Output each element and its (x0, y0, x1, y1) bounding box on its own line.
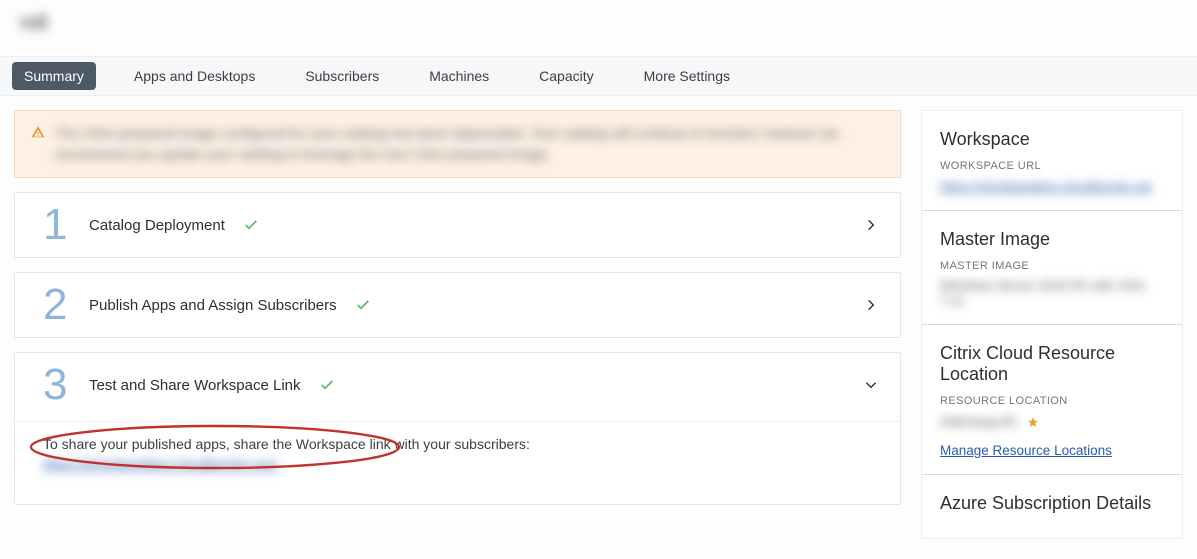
side-heading: Workspace (940, 129, 1164, 150)
step-title: Publish Apps and Assign Subscribers (89, 297, 337, 314)
step-2-card[interactable]: 2 Publish Apps and Assign Subscribers (14, 272, 901, 338)
check-icon (319, 377, 335, 393)
step-title: Test and Share Workspace Link (89, 377, 301, 394)
manage-resource-locations-link[interactable]: Manage Resource Locations (940, 443, 1112, 458)
chevron-right-icon (864, 298, 878, 312)
side-heading: Azure Subscription Details (940, 493, 1164, 514)
tab-apps-desktops[interactable]: Apps and Desktops (122, 62, 267, 90)
star-icon (1027, 416, 1039, 428)
step-number: 2 (43, 283, 71, 327)
workspace-share-link[interactable]: https://christiansblog.cloudburrito.com (43, 456, 278, 472)
side-heading: Master Image (940, 229, 1164, 250)
warning-text: The Citrix-prepared image configured for… (55, 123, 884, 165)
side-azure: Azure Subscription Details (922, 475, 1182, 538)
side-resource-location: Citrix Cloud Resource Location RESOURCE … (922, 325, 1182, 475)
side-heading: Citrix Cloud Resource Location (940, 343, 1164, 385)
side-subheading: MASTER IMAGE (940, 260, 1164, 272)
tab-bar: Summary Apps and Desktops Subscribers Ma… (0, 56, 1197, 96)
tab-subscribers[interactable]: Subscribers (293, 62, 391, 90)
side-panel: Workspace WORKSPACE URL https://christia… (921, 110, 1183, 539)
step-number: 1 (43, 203, 71, 247)
resource-location-value: tridentaug-RL (940, 414, 1019, 429)
side-subheading: WORKSPACE URL (940, 160, 1164, 172)
tab-capacity[interactable]: Capacity (527, 62, 605, 90)
side-master-image: Master Image MASTER IMAGE Windows Server… (922, 211, 1182, 325)
chevron-down-icon (864, 378, 878, 392)
tab-more-settings[interactable]: More Settings (632, 62, 742, 90)
page-header: rs8 (0, 0, 1197, 56)
check-icon (243, 217, 259, 233)
warning-alert: The Citrix-prepared image configured for… (14, 110, 901, 178)
master-image-value: Windows Server 2016 R2 with VDA 7.xx (940, 278, 1164, 308)
tab-machines[interactable]: Machines (417, 62, 501, 90)
tab-summary[interactable]: Summary (12, 62, 96, 90)
side-subheading: RESOURCE LOCATION (940, 395, 1164, 407)
step-3-card[interactable]: 3 Test and Share Workspace Link To share… (14, 352, 901, 505)
workspace-url-link[interactable]: https://christiansblog.cloudburrito.net (940, 179, 1152, 194)
chevron-right-icon (864, 218, 878, 232)
page-title: rs8 (20, 12, 1177, 35)
share-instruction: To share your published apps, share the … (43, 436, 878, 452)
main-column: The Citrix-prepared image configured for… (14, 110, 901, 539)
warning-icon (31, 125, 45, 139)
step-number: 3 (43, 363, 71, 407)
step-3-body: To share your published apps, share the … (15, 421, 900, 504)
side-workspace: Workspace WORKSPACE URL https://christia… (922, 111, 1182, 211)
step-title: Catalog Deployment (89, 217, 225, 234)
check-icon (355, 297, 371, 313)
step-1-card[interactable]: 1 Catalog Deployment (14, 192, 901, 258)
